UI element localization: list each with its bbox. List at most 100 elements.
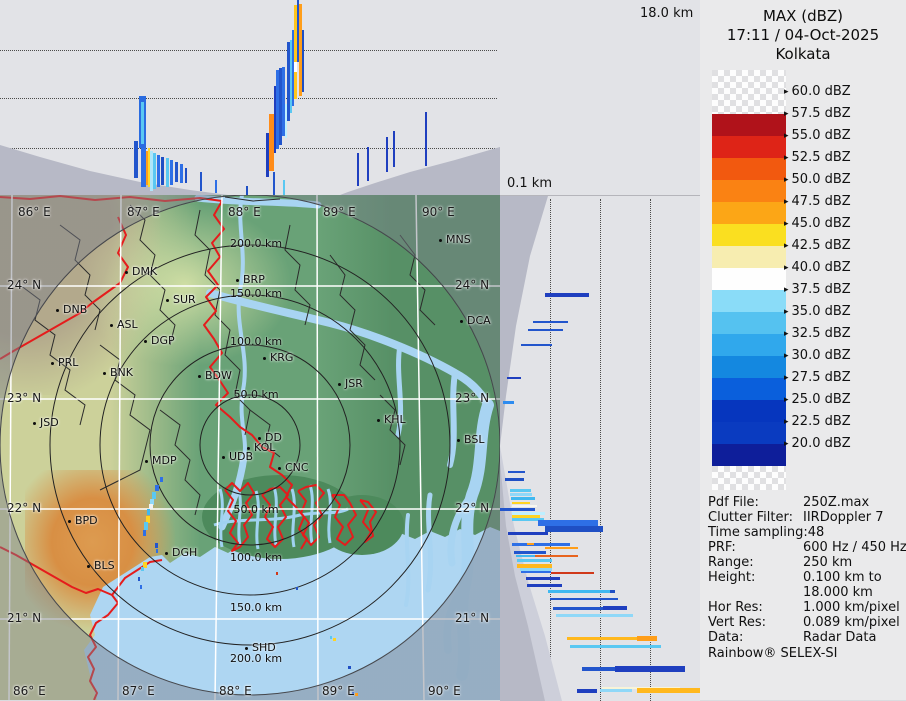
longitude-label: 90° E [428,684,461,698]
city-label-dmk: DMK [132,265,158,278]
info-value: Radar Data [803,630,877,645]
echo-bar [175,162,178,182]
echo-bar [507,377,521,379]
echo-bar [533,321,568,323]
city-label-asl: ASL [117,318,138,331]
echo-bar [548,590,610,593]
city-dot-shd [245,647,248,650]
echo-bar [357,153,359,186]
city-label-bnk: BNK [110,366,133,379]
latitude-label: 23° N [455,391,490,405]
height-gridline [0,148,497,149]
echo-bar [570,645,661,648]
ring-label-south: 100.0 km [229,551,283,564]
legend-swatch [712,356,786,378]
height-gridline [550,199,551,701]
echo-speck [333,638,336,641]
echo-bar [545,293,589,297]
echo-bar [545,526,603,532]
info-value: 600 Hz / 450 Hz [803,540,906,555]
echo-bar [393,131,395,167]
info-value: 0.089 km/pixel [803,615,900,630]
legend-entry-label: 40.0 dBZ [791,260,851,275]
latitude-label: 24° N [455,278,490,292]
city-label-udb: UDB [229,450,254,463]
legend-tick-arrow: ▸ [784,87,789,97]
echo-speck [155,485,159,491]
legend-swatch [712,400,786,422]
radar-display-window: { "colors":{"accent_red_border":"#e51c1c… [0,0,906,701]
longitude-label: 88° E [219,684,252,698]
echo-bar [170,160,173,185]
city-label-jsr: JSR [345,377,363,390]
longitude-label: 87° E [127,205,160,219]
legend-color-scale [712,70,786,490]
echo-bar [302,30,304,92]
echo-bar [425,112,427,166]
legend-tick-arrow: ▸ [784,307,789,317]
height-gridline [0,50,497,51]
echo-bar [528,329,563,331]
echo-bar [246,186,248,195]
legend-entry: ▸ 47.5 dBZ [784,194,851,209]
echo-bar [610,590,615,593]
city-dot-dca [460,320,463,323]
latitude-label: 24° N [7,278,42,292]
longitude-line [117,195,122,700]
ring-label-south: 200.0 km [229,652,283,665]
range-ring-250km [0,195,500,696]
longitude-label: 89° E [322,684,355,698]
city-dot-dgh [165,552,168,555]
echo-speck [138,577,140,581]
ring-label-north: 200.0 km [229,237,283,250]
legend-entry: ▸ 50.0 dBZ [784,172,851,187]
echo-bar [294,62,297,72]
city-label-jsd: JSD [40,416,59,429]
echo-bar [556,614,633,617]
product-title: MAX (dBZ) [762,7,844,25]
legend-swatch [712,136,786,158]
legend-swatch [712,290,786,312]
legend-entry-label: 25.0 dBZ [791,392,851,407]
legend-tick-arrow: ▸ [784,219,789,229]
echo-bar [545,547,578,549]
city-label-bsl: BSL [464,433,485,446]
legend-swatch [712,158,786,180]
legend-entry: ▸ 20.0 dBZ [784,436,851,451]
city-dot-mdp [145,460,148,463]
city-dot-sur [166,299,169,302]
info-value: 250 km [803,555,853,570]
range-ring-200km [49,244,451,646]
legend-entry: ▸ 40.0 dBZ [784,260,851,275]
echo-speck [156,549,158,553]
legend-entry: ▸ 25.0 dBZ [784,392,851,407]
echo-speck [143,530,146,536]
echo-bar [615,666,685,672]
echo-bar [603,606,627,610]
echo-bar [185,168,187,183]
max-height-label: 18.0 km [640,6,694,21]
city-label-prl: PRL [58,356,79,369]
legend-entry: ▸ 35.0 dBZ [784,304,851,319]
legend-swatch [712,312,786,334]
echo-speck [355,693,358,696]
city-label-bpd: BPD [75,514,98,527]
longitude-label: 87° E [122,684,155,698]
echo-bar [512,505,537,507]
city-label-mns: MNS [446,233,471,246]
echo-bar [500,508,535,511]
legend-entry: ▸ 37.5 dBZ [784,282,851,297]
legend-entry-label: 37.5 dBZ [791,282,851,297]
legend-entry: ▸ 30.0 dBZ [784,348,851,363]
city-label-cnc: CNC [285,461,309,474]
city-label-dgh: DGH [172,546,198,559]
echo-bar [516,555,535,557]
legend-entry-label: 30.0 dBZ [791,348,851,363]
legend-entry-label: 42.5 dBZ [791,238,851,253]
echo-speck [155,543,158,548]
echo-bar [521,571,551,573]
legend-tick-arrow: ▸ [784,395,789,405]
echo-bar [577,689,597,693]
city-dot-bsl [457,439,460,442]
echo-bar [180,164,183,183]
